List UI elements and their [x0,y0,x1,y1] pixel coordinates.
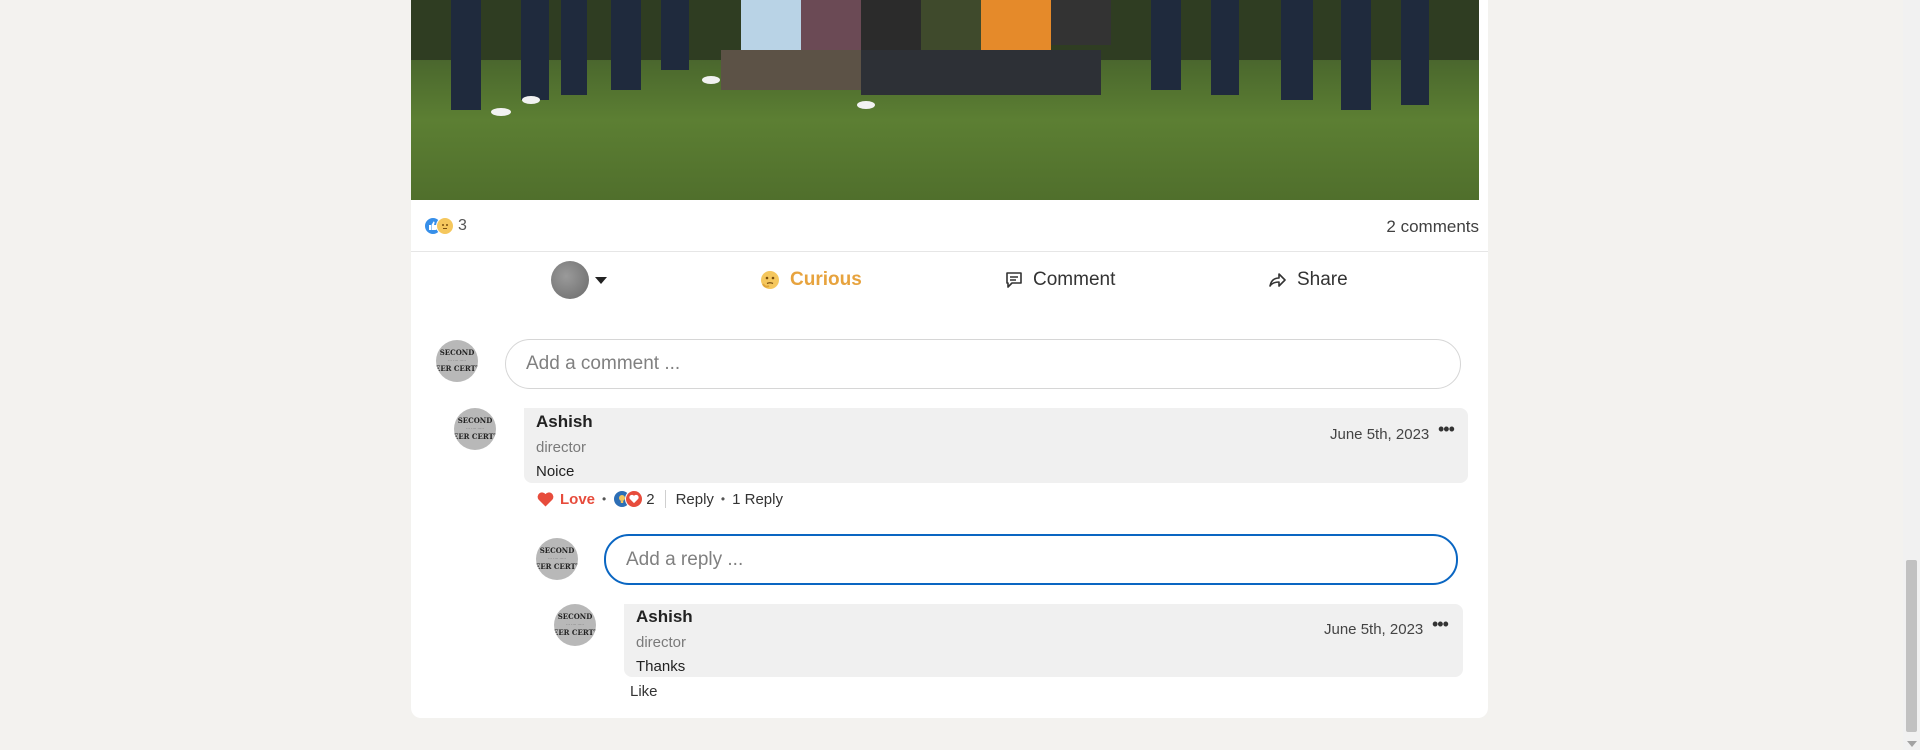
reply-input[interactable] [604,534,1458,585]
comment-author[interactable]: Ashish [536,412,593,432]
like-button[interactable]: Like [630,683,658,700]
thinking-face-icon [436,217,454,235]
ellipsis-icon[interactable]: ••• [1438,419,1455,440]
replies-count-link[interactable]: 1 Reply [732,491,783,508]
thinking-face-icon [761,271,779,289]
reply-author-headline: director [636,634,687,651]
scroll-down-arrow-icon[interactable] [1907,741,1917,747]
curious-reaction-button[interactable]: Curious [760,260,862,300]
share-label: Share [1297,269,1348,290]
comment-date: June 5th, 2023 [1330,426,1430,443]
avatar: SECOND ··· ···· ····· EER CERTI [436,340,478,382]
reply-date: June 5th, 2023 [1324,621,1424,638]
chevron-down-icon [595,276,607,284]
avatar: SECOND ··· ···· ····· EER CERTI [536,538,578,580]
comment-input[interactable] [505,339,1461,389]
comment-actions: Love • 2 Reply • 1 Reply [537,490,783,508]
reply-button[interactable]: Reply [676,491,714,508]
comment-author-headline: director [536,439,587,456]
ellipsis-icon[interactable]: ••• [1432,614,1449,635]
curious-label: Curious [790,269,862,290]
reply-actions: Like [630,683,658,700]
actor-switcher-button[interactable] [551,260,607,300]
reply-bubble [624,604,1463,677]
comment-bubble [524,408,1468,483]
vertical-scrollbar[interactable] [1903,0,1920,750]
comment-reactions-count: 2 [646,490,655,508]
comments-count-link[interactable]: 2 comments [1386,217,1479,237]
comment-reactions-summary[interactable]: 2 [613,490,655,508]
post-actions-bar: Curious Comment Share [411,252,1488,308]
heart-icon [625,490,644,508]
scrollbar-thumb[interactable] [1906,560,1917,732]
divider [664,490,666,508]
add-comment-row: SECOND ··· ···· ····· EER CERTI [436,340,478,382]
post-card: 3 2 comments Curious Comment Share SECON… [411,0,1488,718]
reactions-count: 3 [458,217,467,234]
post-photo[interactable] [411,0,1479,200]
comment-text: Noice [536,463,575,480]
group-photo-illustration [411,0,1479,116]
reply-text: Thanks [636,658,686,675]
avatar [551,261,589,299]
avatar[interactable]: SECOND ··· ···· ····· EER CERTI [454,408,496,450]
heart-icon [537,491,554,506]
comment-label: Comment [1033,269,1116,290]
reactions-summary[interactable]: 3 [424,217,467,235]
comment-button[interactable]: Comment [1005,260,1115,300]
speech-bubble-icon [1006,272,1022,288]
social-counts-bar: 3 2 comments [411,200,1488,252]
reply-author[interactable]: Ashish [636,607,693,627]
avatar[interactable]: SECOND ··· ···· ····· EER CERTI [554,604,596,646]
share-button[interactable]: Share [1269,260,1348,300]
share-arrow-icon [1269,273,1286,287]
love-reaction-button[interactable]: Love [560,491,595,508]
